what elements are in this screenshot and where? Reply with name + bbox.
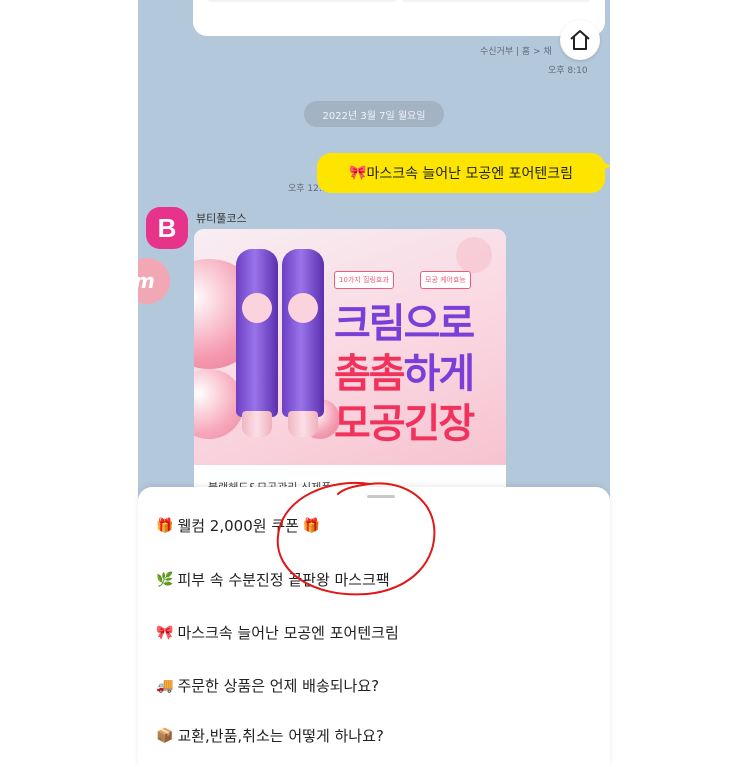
ribbon-icon: 🎀 [349, 165, 367, 181]
my-message-text: 마스크속 늘어난 모공엔 포어텐크림 [366, 166, 573, 182]
truck-icon: 🚚 [156, 677, 174, 694]
product-tube-right [282, 249, 324, 437]
side-logo: m [138, 258, 170, 304]
date-divider: 2022년 3월 7일 월요일 [304, 101, 444, 127]
ribbon-icon: 🎀 [156, 624, 174, 641]
previous-card-button[interactable] [207, 0, 397, 2]
home-icon [570, 30, 590, 50]
quick-reply-pore-cream[interactable]: 🎀 마스크속 늘어난 모공엔 포어텐크림 [156, 622, 399, 643]
box-icon: 📦 [156, 727, 174, 744]
quick-reply-delivery[interactable]: 🚚 주문한 상품은 언제 배송되나요? [156, 675, 379, 696]
quick-reply-label: 주문한 상품은 언제 배송되나요? [177, 677, 380, 695]
product-tag: 모공 케어효능 [420, 271, 471, 289]
product-tube-left [236, 249, 278, 437]
red-annotation-circle [276, 481, 436, 596]
banner-headline-3: 모공긴장 [334, 402, 475, 446]
unsubscribe-text: 수신거부 | 홈 > 채 [480, 47, 552, 57]
product-tag: 10가지 힐링효과 [334, 271, 394, 289]
bot-name: 뷰티풀코스 [196, 212, 247, 225]
quick-reply-label: 마스크속 늘어난 모공엔 포어텐크림 [177, 624, 399, 642]
home-button[interactable] [560, 20, 600, 60]
previous-card-button[interactable] [401, 0, 591, 2]
product-card[interactable]: 10가지 힐링효과 모공 케어효능 크림으로 촘촘하게 모공긴장 블랙헤드&모공… [194, 229, 506, 499]
my-message-bubble[interactable]: 🎀 마스크속 늘어난 모공엔 포어텐크림 [317, 153, 610, 193]
bot-avatar[interactable]: B [146, 207, 188, 249]
message-time: 오후 8:10 [548, 66, 588, 76]
product-banner-image[interactable]: 10가지 힐링효과 모공 케어효능 크림으로 촘촘하게 모공긴장 [194, 229, 506, 465]
previous-message-card[interactable] [193, 0, 605, 36]
leaf-icon: 🌿 [156, 571, 174, 588]
gift-icon: 🎁 [156, 517, 174, 534]
